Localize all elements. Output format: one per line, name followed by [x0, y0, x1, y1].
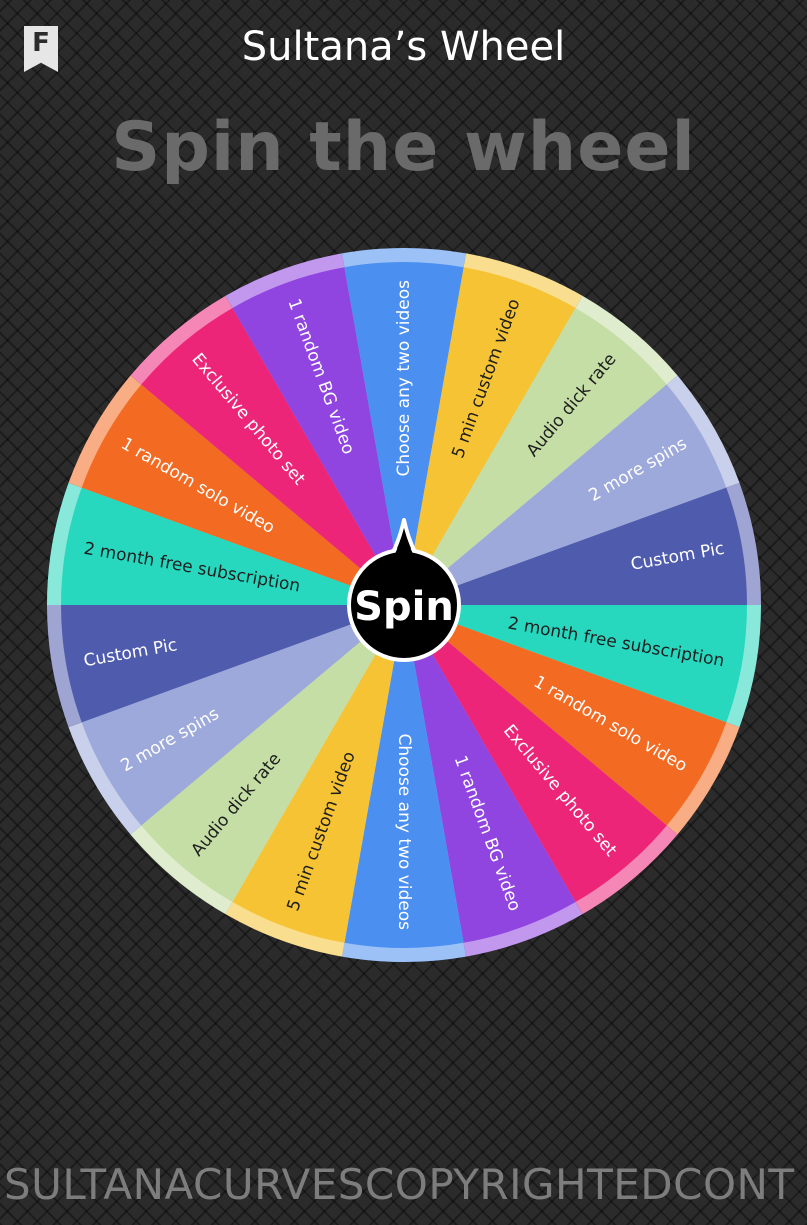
wheel-segment-label: Choose any two videos — [394, 280, 414, 477]
prize-wheel[interactable]: 5 min custom videoAudio dick rate2 more … — [0, 0, 807, 1225]
wheel-segment-label: Choose any two videos — [394, 734, 414, 931]
spin-button-label: Spin — [354, 584, 454, 630]
copyright-watermark: SULTANACURVESCOPYRIGHTEDCONT — [4, 1160, 795, 1209]
